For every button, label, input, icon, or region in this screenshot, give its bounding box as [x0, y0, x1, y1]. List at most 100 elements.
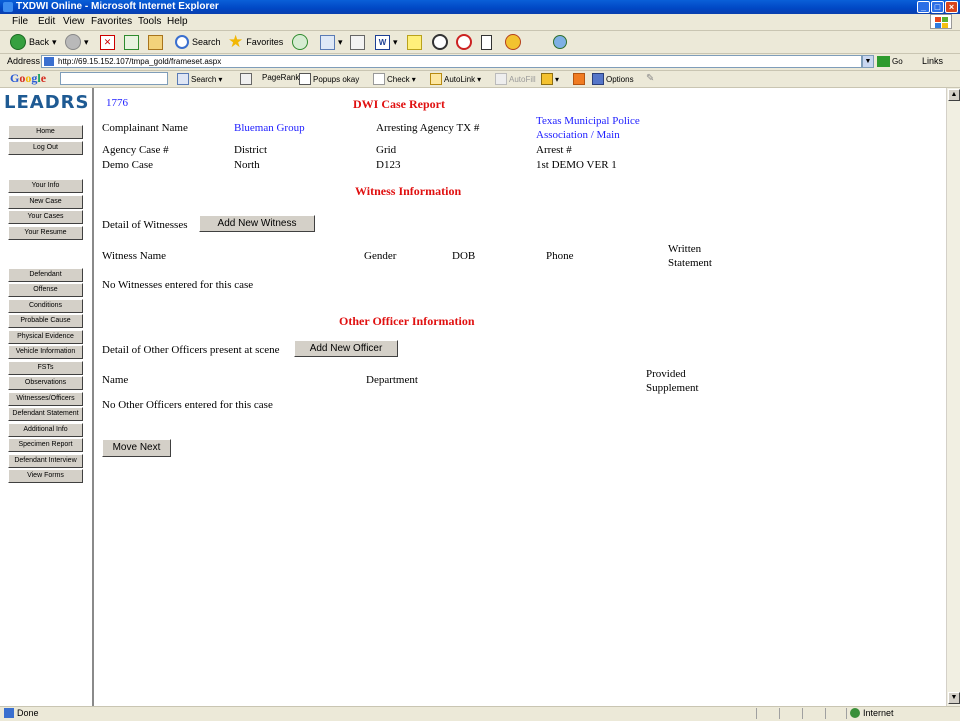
menu-edit[interactable]: Edit	[38, 16, 55, 27]
nav-offense-button[interactable]: Offense	[8, 283, 83, 297]
nav-view-forms-button[interactable]: View Forms	[8, 469, 83, 483]
address-dropdown-icon[interactable]: ▼	[862, 55, 874, 68]
news-icon	[240, 73, 252, 85]
menu-file[interactable]: File	[12, 16, 28, 27]
menu-favorites[interactable]: Favorites	[91, 16, 132, 27]
grid-label: Grid	[376, 144, 397, 156]
arresting-agency-value-2: Association / Main	[536, 129, 620, 141]
report-frame: 1776 DWI Case Report Complainant Name Bl…	[94, 88, 946, 706]
favorites-button[interactable]: ★ Favorites	[228, 33, 283, 50]
scroll-down-icon[interactable]: ▼	[948, 692, 960, 704]
autolink-button[interactable]: AutoLink ▾	[430, 73, 481, 85]
home-icon	[148, 34, 163, 50]
nav-additional-info-button[interactable]: Additional Info	[8, 423, 83, 437]
close-button[interactable]: ×	[945, 1, 958, 13]
nav-defendant-button[interactable]: Defendant	[8, 268, 83, 282]
menu-tools[interactable]: Tools	[138, 16, 161, 27]
address-input[interactable]: http://69.15.152.107/tmpa_gold/frameset.…	[41, 55, 862, 68]
status-text: Done	[17, 708, 39, 718]
status-divider	[756, 708, 757, 719]
ie-icon	[3, 2, 13, 12]
nav-your-resume-button[interactable]: Your Resume	[8, 226, 83, 240]
research-button[interactable]	[456, 34, 472, 50]
nav-observations-button[interactable]: Observations	[8, 376, 83, 390]
links-button[interactable]: Links	[922, 56, 943, 66]
popups-button[interactable]: Popups okay	[299, 73, 359, 85]
nav-logout-button[interactable]: Log Out	[8, 141, 83, 155]
pencil-button[interactable]: ✎	[646, 73, 654, 84]
page-button[interactable]	[481, 34, 492, 50]
blogger-icon	[573, 73, 585, 85]
status-divider	[802, 708, 803, 719]
google-search-input[interactable]	[60, 72, 168, 85]
nav-fsts-button[interactable]: FSTs	[8, 361, 83, 375]
witness-written-header-2: Statement	[668, 257, 712, 269]
stop-icon: ✕	[100, 34, 115, 50]
dropdown-arrow-icon: ▾	[218, 74, 223, 84]
print-icon	[350, 34, 365, 50]
nav-specimen-report-button[interactable]: Specimen Report	[8, 438, 83, 452]
home-button[interactable]	[148, 34, 163, 50]
google-news-button[interactable]	[240, 73, 252, 85]
back-label: Back	[29, 37, 50, 47]
history-button[interactable]	[292, 34, 308, 50]
witness-name-header: Witness Name	[102, 250, 167, 262]
page-content: LEADRS Home Log Out Your Info New Case Y…	[0, 88, 946, 706]
bookmark-button[interactable]: ▾	[541, 73, 559, 85]
nav-your-cases-button[interactable]: Your Cases	[8, 210, 83, 224]
go-button[interactable]: Go	[877, 55, 903, 68]
search-button[interactable]: Search	[175, 34, 221, 50]
options-icon	[592, 73, 604, 85]
menu-view[interactable]: View	[63, 16, 85, 27]
google-logo[interactable]: Google	[10, 71, 46, 86]
refresh-button[interactable]	[124, 34, 139, 50]
discuss-button[interactable]	[407, 34, 422, 50]
check-label: Check	[387, 74, 410, 84]
messenger-button[interactable]	[432, 34, 448, 50]
nav-vehicle-information-button[interactable]: Vehicle Information	[8, 345, 83, 359]
address-url: http://69.15.152.107/tmpa_gold/frameset.…	[58, 57, 222, 66]
menu-bar: File Edit View Favorites Tools Help	[0, 14, 960, 31]
nav-home-button[interactable]: Home	[8, 125, 83, 139]
forward-button[interactable]: ▾	[65, 34, 89, 50]
nav-physical-evidence-button[interactable]: Physical Evidence	[8, 330, 83, 344]
windows-logo-icon	[930, 14, 952, 29]
edit-button[interactable]: W ▾	[375, 34, 398, 50]
nav-your-info-button[interactable]: Your Info	[8, 179, 83, 193]
badge-button[interactable]	[505, 34, 521, 50]
mail-button[interactable]: ▾	[320, 34, 343, 50]
print-button[interactable]	[350, 34, 365, 50]
dropdown-arrow-icon: ▾	[393, 36, 398, 47]
menu-help[interactable]: Help	[167, 16, 188, 27]
spellcheck-icon	[373, 73, 385, 85]
add-new-officer-button[interactable]: Add New Officer	[294, 340, 398, 357]
back-button[interactable]: Back ▾	[10, 34, 57, 50]
scroll-up-icon[interactable]: ▲	[948, 89, 960, 101]
google-search-button[interactable]: Search ▾	[177, 73, 222, 85]
badge-icon	[505, 34, 521, 50]
add-new-witness-button[interactable]: Add New Witness	[199, 215, 315, 232]
vertical-scrollbar[interactable]: ▲ ▼	[946, 88, 960, 706]
autolink-label: AutoLink	[444, 74, 476, 84]
options-button[interactable]: Options	[592, 73, 634, 85]
nav-new-case-button[interactable]: New Case	[8, 195, 83, 209]
autofill-button[interactable]: AutoFill	[495, 73, 536, 85]
report-title: DWI Case Report	[353, 97, 445, 111]
agency-case-label: Agency Case #	[102, 144, 169, 156]
messenger-people-button[interactable]	[553, 34, 567, 50]
nav-defendant-interview-button[interactable]: Defendant Interview	[8, 454, 83, 468]
google-g-icon	[177, 73, 189, 85]
blogger-button[interactable]	[573, 73, 585, 85]
spellcheck-button[interactable]: Check ▾	[373, 73, 416, 85]
nav-conditions-button[interactable]: Conditions	[8, 299, 83, 313]
officer-provided-header-2: Supplement	[646, 382, 699, 394]
popup-icon	[299, 73, 311, 85]
maximize-button[interactable]: □	[931, 1, 944, 13]
arresting-agency-label: Arresting Agency TX #	[376, 122, 480, 134]
nav-defendant-statement-button[interactable]: Defendant Statement	[8, 407, 83, 421]
move-next-button[interactable]: Move Next	[102, 439, 171, 457]
stop-button[interactable]: ✕	[100, 34, 115, 50]
nav-probable-cause-button[interactable]: Probable Cause	[8, 314, 83, 328]
minimize-button[interactable]: _	[917, 1, 930, 13]
nav-witnesses-officers-button[interactable]: Witnesses/Officers	[8, 392, 83, 406]
